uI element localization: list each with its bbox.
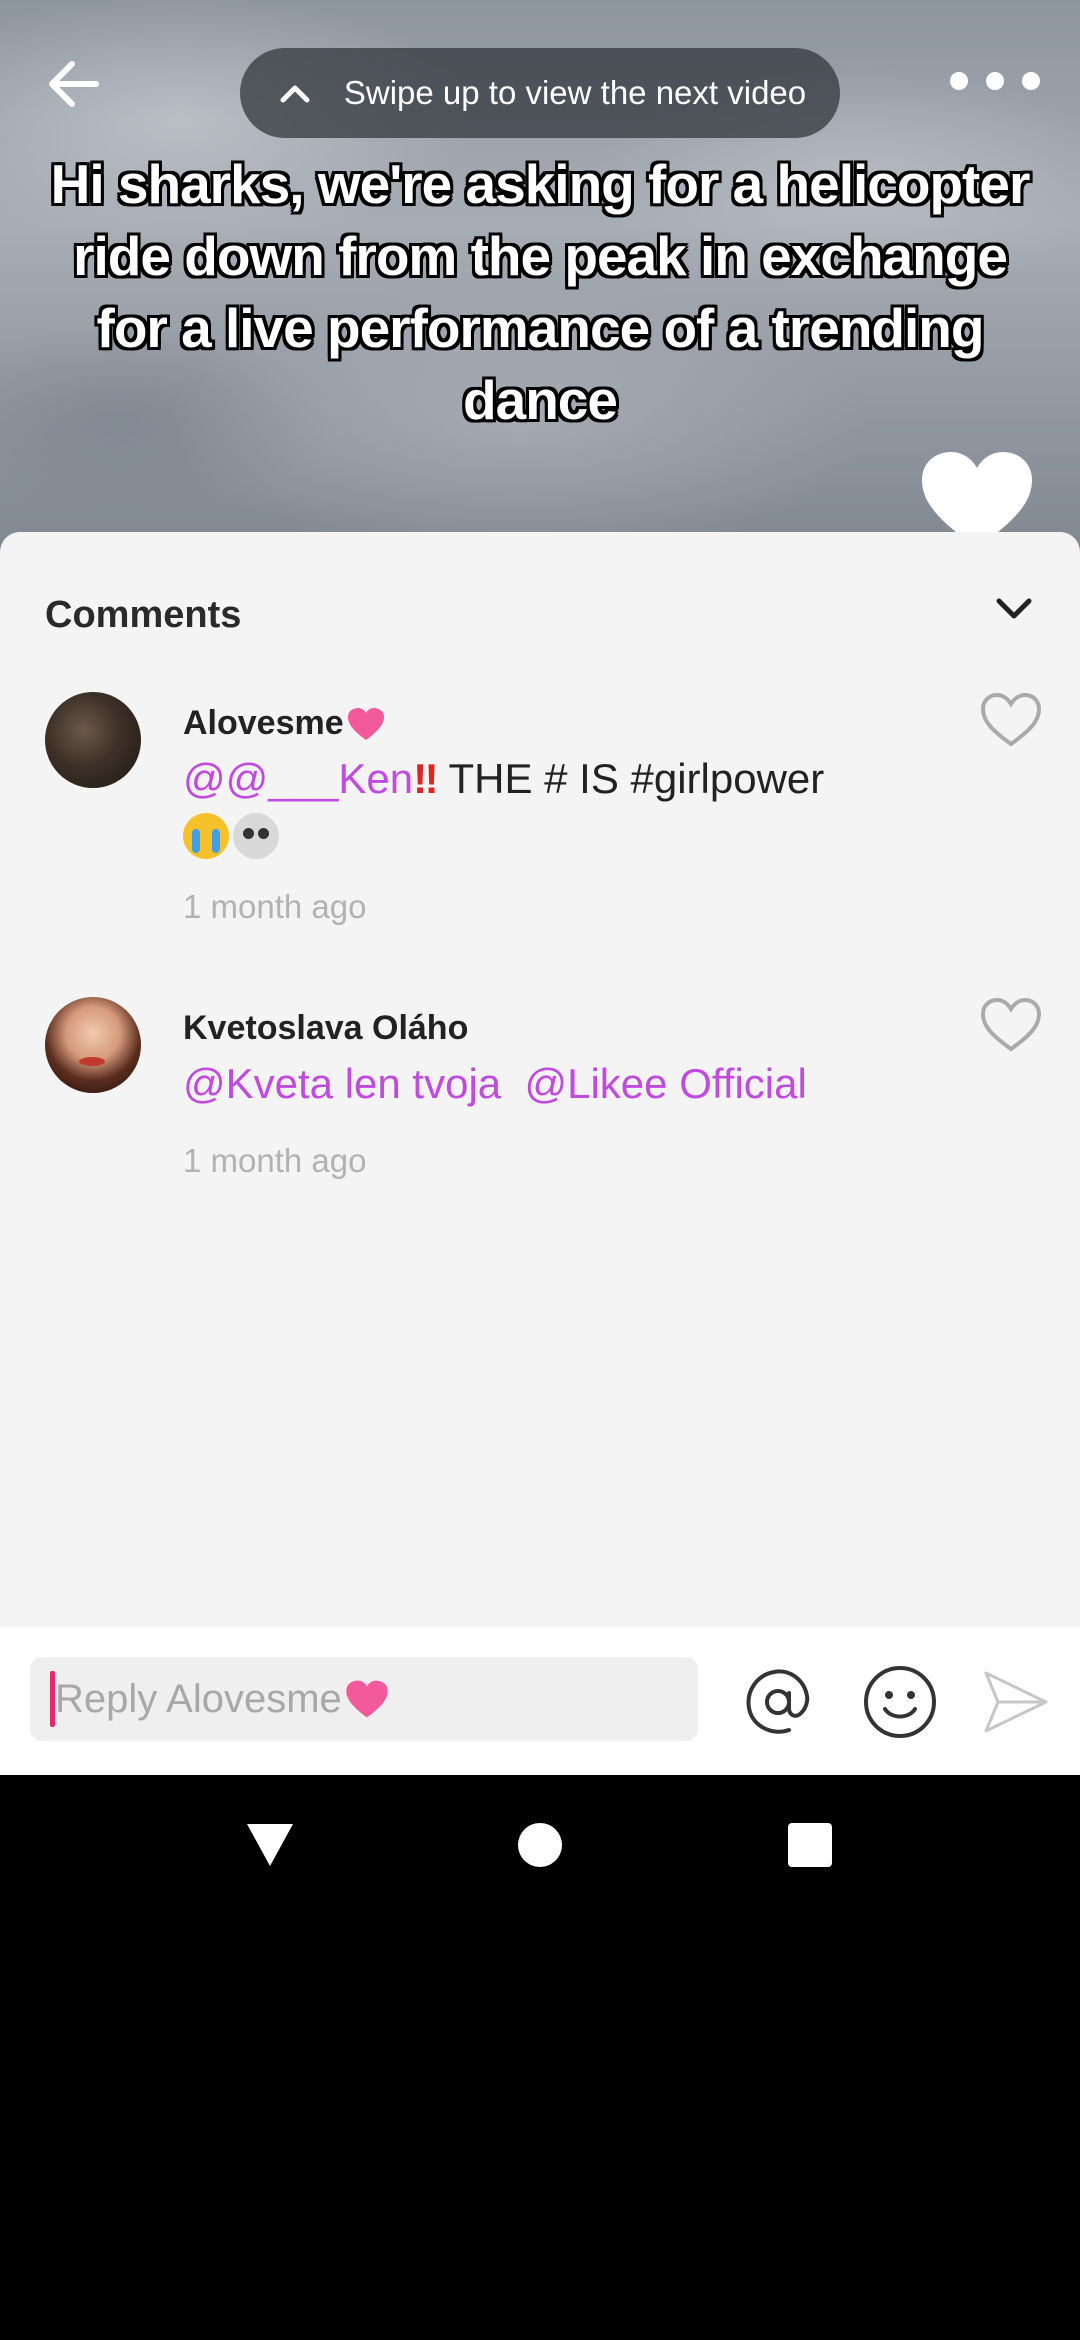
comments-sheet: Comments Alovesme @@___Ken‼ THE # IS #gir…	[0, 532, 1080, 1627]
video-caption: Hi sharks, we're asking for a helicopter…	[50, 153, 1031, 431]
skull-emoji	[233, 812, 279, 859]
system-navigation-bar	[0, 1775, 1080, 1915]
pink-heart-emoji	[346, 1680, 388, 1718]
reply-placeholder: Reply Alovesme	[55, 1677, 390, 1722]
chevron-up-icon	[270, 68, 320, 118]
comment-timestamp: 1 month ago	[183, 1142, 367, 1179]
chevron-down-icon	[996, 598, 1032, 619]
send-icon	[984, 1671, 1048, 1733]
comment-username[interactable]: Alovesme	[183, 704, 386, 743]
mention-button[interactable]	[738, 1662, 818, 1742]
comment-timestamp: 1 month ago	[183, 888, 367, 925]
nav-home-icon	[518, 1823, 562, 1867]
arrow-left-icon	[49, 61, 99, 107]
comment-text: @@___Ken‼ THE # IS #girlpower	[183, 752, 943, 860]
double-exclamation-emoji: ‼	[413, 755, 438, 802]
emoji-button[interactable]	[860, 1662, 940, 1742]
comment-text: @Kveta len tvoja @Likee Official	[183, 1057, 943, 1111]
more-dots-icon	[1022, 72, 1040, 90]
avatar[interactable]	[45, 692, 141, 788]
nav-recent-apps-icon	[788, 1823, 832, 1867]
comment-username[interactable]: Kvetoslava Oláho	[183, 1009, 468, 1048]
nav-recent-apps-button[interactable]	[780, 1815, 840, 1875]
more-dots-icon	[950, 72, 968, 90]
more-dots-icon	[986, 72, 1004, 90]
avatar[interactable]	[45, 997, 141, 1093]
nav-home-button[interactable]	[510, 1815, 570, 1875]
at-icon	[746, 1669, 810, 1734]
swipe-hint-text: Swipe up to view the next video	[343, 74, 807, 111]
crying-face-emoji	[183, 812, 229, 859]
like-comment-button[interactable]	[980, 997, 1042, 1053]
mention-link[interactable]: @Kveta len tvoja	[183, 1060, 501, 1107]
pink-heart-emoji	[347, 707, 384, 740]
send-button[interactable]	[975, 1662, 1055, 1742]
back-button[interactable]	[38, 48, 110, 120]
smiley-icon	[864, 1666, 936, 1738]
nav-back-button[interactable]	[240, 1815, 300, 1875]
swipe-up-hint[interactable]: Swipe up to view the next video	[240, 48, 840, 138]
mention-link[interactable]: @Likee Official	[524, 1060, 806, 1107]
like-comment-button[interactable]	[980, 692, 1042, 748]
collapse-comments-button[interactable]	[988, 582, 1040, 634]
reply-input-bar: Reply Alovesme	[0, 1627, 1080, 1775]
mention-link[interactable]: @@___Ken	[183, 755, 413, 802]
nav-back-icon	[247, 1824, 293, 1866]
reply-input[interactable]: Reply Alovesme	[30, 1657, 698, 1741]
more-options-button[interactable]	[950, 56, 1040, 106]
video-player[interactable]: Swipe up to view the next video Hi shark…	[0, 0, 1080, 560]
comments-title: Comments	[45, 594, 242, 636]
